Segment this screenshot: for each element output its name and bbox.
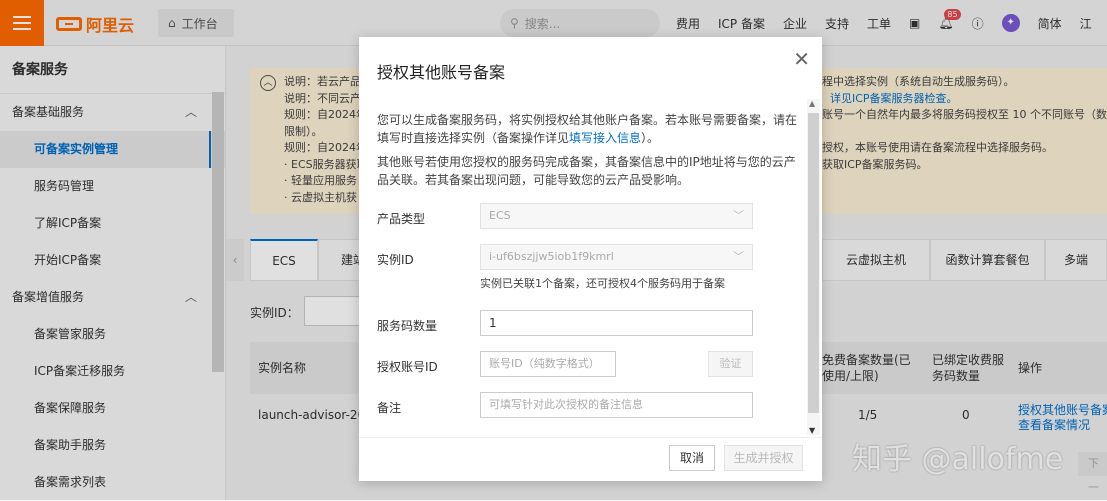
generate-authorize-button[interactable]: 生成并授权 [724,445,803,471]
chevron-down-icon: ﹀ [733,250,744,263]
code-count-row: 服务码数量 1 [377,310,802,340]
modal-warning: 其他账号若使用您授权的服务码完成备案，其备案信息中的IP地址将与您的云产品关联。… [377,155,796,187]
modal-intro: 您可以生成备案服务码，将实例授权给其他账户备案。若本账号需要备案，请在填写时直接… [377,111,802,147]
auth-account-label: 授权账号ID [377,360,438,374]
modal-body: 您可以生成备案服务码，将实例授权给其他账户备案。若本账号需要备案，请在填写时直接… [377,111,802,431]
instance-hint: 实例已关联1个备案，还可授权4个服务码用于备案 [480,277,725,290]
cancel-button[interactable]: 取消 [669,445,715,471]
close-icon[interactable]: ✕ [793,49,810,69]
instance-id-label: 实例ID [377,253,414,267]
scroll-down-icon[interactable]: ▼ [809,426,815,435]
remark-row: 备注 可填写针对此次授权的备注信息 [377,392,802,422]
product-type-row: 产品类型 ECS ﹀ [377,203,802,233]
chevron-down-icon: ﹀ [733,209,744,222]
product-type-label: 产品类型 [377,212,426,226]
auth-account-row: 授权账号ID 账号ID（纯数字格式） 验证 [377,351,802,381]
product-type-value: ECS [489,209,511,222]
scroll-up-icon[interactable]: ▲ [809,99,815,108]
scroll-thumb[interactable] [808,113,819,413]
instance-id-select[interactable]: i-uf6bszjjw5iob1f9kmrl ﹀ [480,244,753,270]
remark-input[interactable]: 可填写针对此次授权的备注信息 [480,392,753,418]
modal-title: 授权其他账号备案 [377,63,506,82]
code-count-label: 服务码数量 [377,319,438,333]
modal-footer: 取消 生成并授权 [359,437,822,481]
instance-id-value: i-uf6bszjjw5iob1f9kmrl [489,250,614,263]
instance-id-row: 实例ID i-uf6bszjjw5iob1f9kmrl ﹀ [377,244,802,274]
modal-scrollbar[interactable]: ▲ ▼ [807,99,820,435]
authorize-modal: 授权其他账号备案 ✕ 您可以生成备案服务码，将实例授权给其他账户备案。若本账号需… [359,37,822,481]
code-count-input[interactable]: 1 [480,310,753,336]
instance-hint-row: 实例已关联1个备案，还可授权4个服务码用于备案 [377,275,802,305]
auth-account-input[interactable]: 账号ID（纯数字格式） [480,351,616,377]
intro-text-end: ）。 [641,131,660,145]
product-type-select[interactable]: ECS ﹀ [480,203,753,229]
fill-access-info-link[interactable]: 填写接入信息 [569,131,641,145]
remark-label: 备注 [377,401,402,415]
verify-button[interactable]: 验证 [708,351,753,377]
